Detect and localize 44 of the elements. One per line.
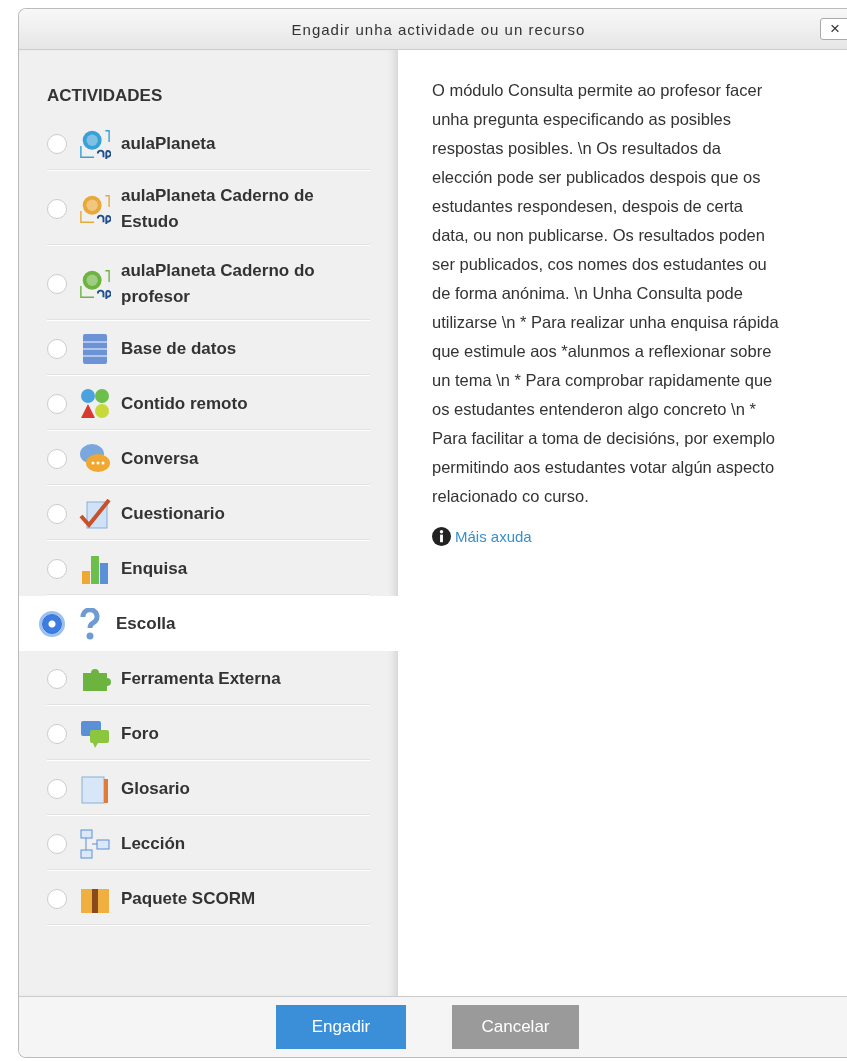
activity-label: Base de datos — [121, 338, 238, 360]
radio-button[interactable] — [42, 614, 62, 634]
book-icon — [79, 773, 111, 805]
logo-icon — [79, 193, 111, 225]
activity-item[interactable]: aulaPlaneta Caderno do profesor — [47, 246, 370, 321]
chat-icon — [79, 443, 111, 475]
activity-item[interactable]: Cuestionario — [47, 486, 370, 541]
activity-item[interactable]: Contido remoto — [47, 376, 370, 431]
activity-item[interactable]: aulaPlaneta — [47, 116, 370, 171]
shapes-icon — [79, 388, 111, 420]
description-text: O módulo Consulta permite ao profesor facer unha pregunta especificando as posibles respostas posibles. \n Os resultados da elección pode ser publicados despois que os estudantes respondesen, despois de certa data, ou non publicarse. Os resultados poden ser publicados, cos nomes dos estudantes ou de forma anónima. \n Unha Consulta pode utilizarse \n * Para realizar unha enquisa rápida que estimule aos *alunmos a reflexionar sobre un tema \n * Para comprobar rapidamente que os estudantes entenderon algo concreto \n * Para facilitar a toma de decisións, por exemplo permitindo aos estudantes votar algún aspecto relacionado co curso. — [432, 80, 780, 507]
activity-label: aulaPlaneta Caderno de Estudo — [121, 185, 315, 233]
activity-item[interactable]: Lección — [47, 816, 370, 871]
bar-chart-icon — [79, 553, 111, 585]
checkmark-icon — [79, 498, 111, 530]
activity-label: Glosario — [121, 778, 191, 800]
activity-label: Conversa — [121, 448, 200, 470]
flowchart-icon — [79, 828, 111, 860]
activity-item[interactable]: Paquete SCORM — [47, 871, 370, 926]
activity-item[interactable]: Foro — [47, 706, 370, 761]
activity-label: Lección — [121, 833, 187, 855]
logo-icon — [79, 128, 111, 160]
activity-item[interactable]: Base de datos — [47, 321, 370, 376]
activity-item[interactable]: aulaPlaneta Caderno de Estudo — [47, 171, 370, 246]
logo-icon — [79, 268, 111, 300]
activity-item[interactable]: Conversa — [47, 431, 370, 486]
close-button[interactable]: × — [820, 18, 847, 40]
activity-item[interactable]: Escolla — [19, 596, 398, 651]
activity-label: Paquete SCORM — [121, 888, 257, 910]
activity-label: Escolla — [116, 613, 177, 635]
window-title: Engadir unha actividade ou un recurso — [291, 20, 586, 38]
activity-label: Enquisa — [121, 558, 189, 580]
activity-label: Contido remoto — [121, 393, 249, 415]
activity-label: Cuestionario — [121, 503, 226, 525]
activity-label: aulaPlaneta — [121, 133, 217, 155]
info-icon — [432, 527, 451, 546]
activity-label: Foro — [121, 723, 160, 745]
activity-label: aulaPlaneta Caderno do profesor — [121, 260, 316, 308]
help-link[interactable]: Máis axuda — [455, 528, 532, 545]
activity-item[interactable]: Ferramenta Externa — [47, 651, 370, 706]
activity-label: Ferramenta Externa — [121, 668, 282, 690]
forum-icon — [79, 718, 111, 750]
activity-item[interactable]: Glosario — [47, 761, 370, 816]
section-heading: ACTIVIDADES — [46, 85, 164, 107]
